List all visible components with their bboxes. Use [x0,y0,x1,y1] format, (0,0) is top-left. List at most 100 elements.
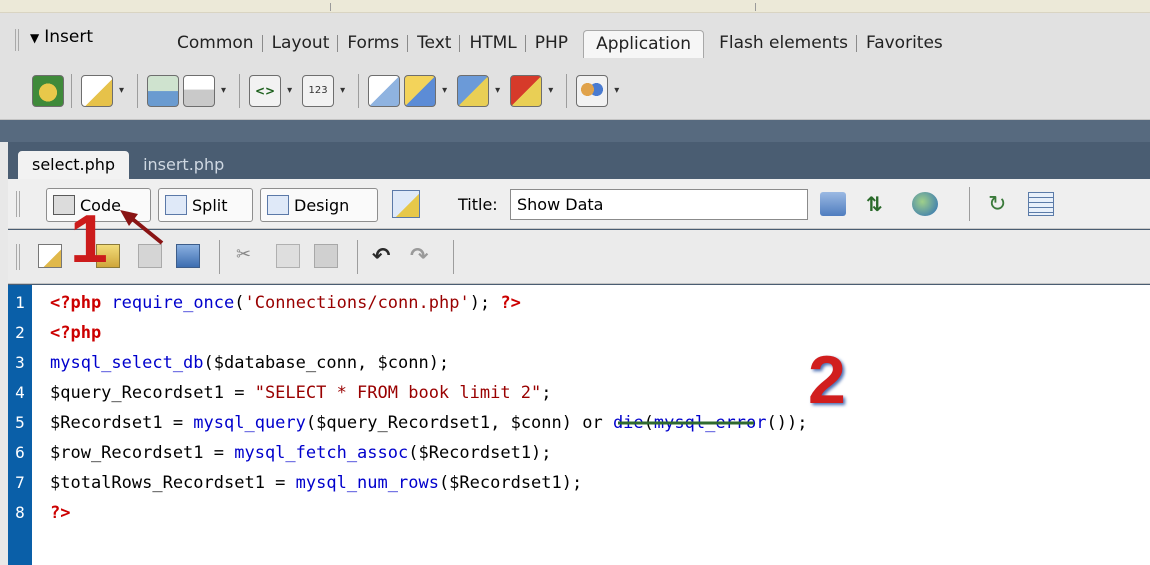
tab-common[interactable]: Common [168,30,263,56]
design-view-icon [267,195,289,215]
code-token: ($Recordset1); [438,473,583,493]
code-token: ( [643,413,654,433]
document-toolbar: Code Split Design Title: ⇅ ↻ [8,179,1150,229]
code-text: mysql_select_db($database_conn, $conn); [50,348,449,378]
toolbar-separator [566,73,568,108]
toolbar-gripper[interactable] [16,191,22,217]
step-2-label: 2 [808,342,846,418]
code-text: $Recordset1 = mysql_query($query_Records… [50,408,807,438]
code-token: 'Connections/conn.php' [244,293,470,313]
code-line[interactable]: 8 ?> [8,498,1150,528]
code-token: ?> [500,293,521,313]
code-line[interactable]: 7 $totalRows_Recordset1 = mysql_num_rows(… [8,468,1150,498]
tab-text[interactable]: Text [408,30,461,56]
code-line[interactable]: 2 <?php [8,318,1150,348]
split-view-button[interactable]: Split [158,188,253,222]
copy-icon [276,244,300,268]
toolbar-separator [239,73,241,108]
show-region-icon[interactable] [183,74,216,107]
line-number: 5 [15,413,25,432]
file-tab-select-php[interactable]: select.php [18,151,130,179]
update-record-dropdown-icon[interactable]: ▾ [495,85,500,96]
save-all-icon[interactable] [176,244,200,268]
code-text: $totalRows_Recordset1 = mysql_num_rows($… [50,468,582,498]
show-region-dropdown-icon[interactable]: ▾ [221,85,226,96]
validate-markup-icon[interactable] [820,192,846,216]
file-management-icon[interactable]: ⇅ [866,192,892,216]
redo-icon: ↷ [410,244,429,269]
display-record-count-icon[interactable]: 123 [302,74,335,107]
file-tab-insert-php[interactable]: insert.php [129,151,238,179]
paste-icon [314,244,338,268]
code-line[interactable]: 5 $Recordset1 = mysql_query($query_Record… [8,408,1150,438]
new-document-icon[interactable] [38,244,62,268]
code-token: mysql_num_rows [295,473,439,493]
view-options-icon[interactable] [1028,192,1054,216]
user-authentication-icon[interactable] [576,74,609,107]
code-line[interactable]: 3 mysql_select_db($database_conn, $conn); [8,348,1150,378]
line-number: 2 [15,323,25,342]
code-line[interactable]: 4 $query_Recordset1 = "SELECT * FROM book… [8,378,1150,408]
code-token: $query_Recordset1 = [50,383,255,403]
tab-favorites[interactable]: Favorites [857,30,952,56]
insert-record-dropdown-icon[interactable]: ▾ [442,85,447,96]
undo-icon[interactable]: ↶ [372,244,396,269]
insert-category-tabs: Common Layout Forms Text HTML PHP Applic… [168,29,952,58]
delete-record-dropdown-icon[interactable]: ▾ [548,85,553,96]
page-title-input[interactable] [510,189,808,220]
insert-record-icon[interactable] [404,74,437,107]
tab-php[interactable]: PHP [526,30,577,56]
dynamic-data-icon[interactable] [81,74,113,107]
workspace-band [0,120,1150,142]
master-detail-icon[interactable] [368,74,401,107]
insert-icon-row: ▾ ▾ <> ▾ 123 ▾ ▾ ▾ ▾ ▾ [0,63,1150,118]
line-number: 4 [15,383,25,402]
line-number: 1 [15,293,25,312]
display-record-count-dropdown-icon[interactable]: ▾ [340,85,345,96]
insert-tab-row: ▼ Insert Common Layout Forms Text HTML PH… [0,13,1150,58]
coding-toolbar-gripper[interactable] [16,244,22,270]
insert-panel-toggle[interactable]: ▼ Insert [30,27,93,47]
code-token: ($database_conn, $conn); [203,353,450,373]
step-1-label: 1 [70,201,108,277]
line-number: 8 [15,503,25,522]
code-token: <?php [50,323,102,343]
live-code-icon[interactable] [392,190,420,218]
code-token: $row_Recordset1 = [50,443,235,463]
delete-record-icon[interactable] [510,74,543,107]
toolbar-separator [453,240,454,274]
refresh-icon[interactable]: ↻ [988,192,1014,217]
code-text: ?> [50,498,70,528]
design-view-button[interactable]: Design [260,188,378,222]
recordset-icon[interactable] [32,74,64,107]
insert-panel: ▼ Insert Common Layout Forms Text HTML PH… [0,13,1150,120]
code-line[interactable]: 6 $row_Recordset1 = mysql_fetch_assoc($Re… [8,438,1150,468]
cut-icon: ✂ [236,244,252,265]
code-editor[interactable]: 1 <?php require_once ( 'Connections/conn.ph… [8,285,1150,565]
preview-in-browser-icon[interactable] [912,192,938,216]
code-token: require_once [111,293,235,313]
repeated-region-icon[interactable] [147,74,180,107]
title-label: Title: [458,195,498,214]
tab-flash-elements[interactable]: Flash elements [710,30,857,56]
toolbar-separator [137,73,139,108]
tab-application[interactable]: Application [583,30,705,58]
collapse-triangle-icon: ▼ [30,31,40,45]
panel-gripper[interactable] [15,29,21,51]
code-token: $Recordset1 = [50,413,194,433]
window-top-strip [0,0,1150,13]
update-record-icon[interactable] [457,74,490,107]
tab-html[interactable]: HTML [460,30,527,56]
tab-layout[interactable]: Layout [263,30,339,56]
code-token: mysql_select_db [50,353,204,373]
code-text: $row_Recordset1 = mysql_fetch_assoc($Rec… [50,438,552,468]
tab-forms[interactable]: Forms [338,30,408,56]
recordset-paging-dropdown-icon[interactable]: ▾ [287,85,292,96]
toolbar-separator [357,240,358,274]
dynamic-data-dropdown-icon[interactable]: ▾ [119,85,124,96]
code-line[interactable]: 1 <?php require_once('Connections/conn.ph… [8,288,1150,318]
recordset-paging-icon[interactable]: <> [249,74,282,107]
code-token: mysql_error [653,413,767,433]
user-authentication-dropdown-icon[interactable]: ▾ [614,85,619,96]
